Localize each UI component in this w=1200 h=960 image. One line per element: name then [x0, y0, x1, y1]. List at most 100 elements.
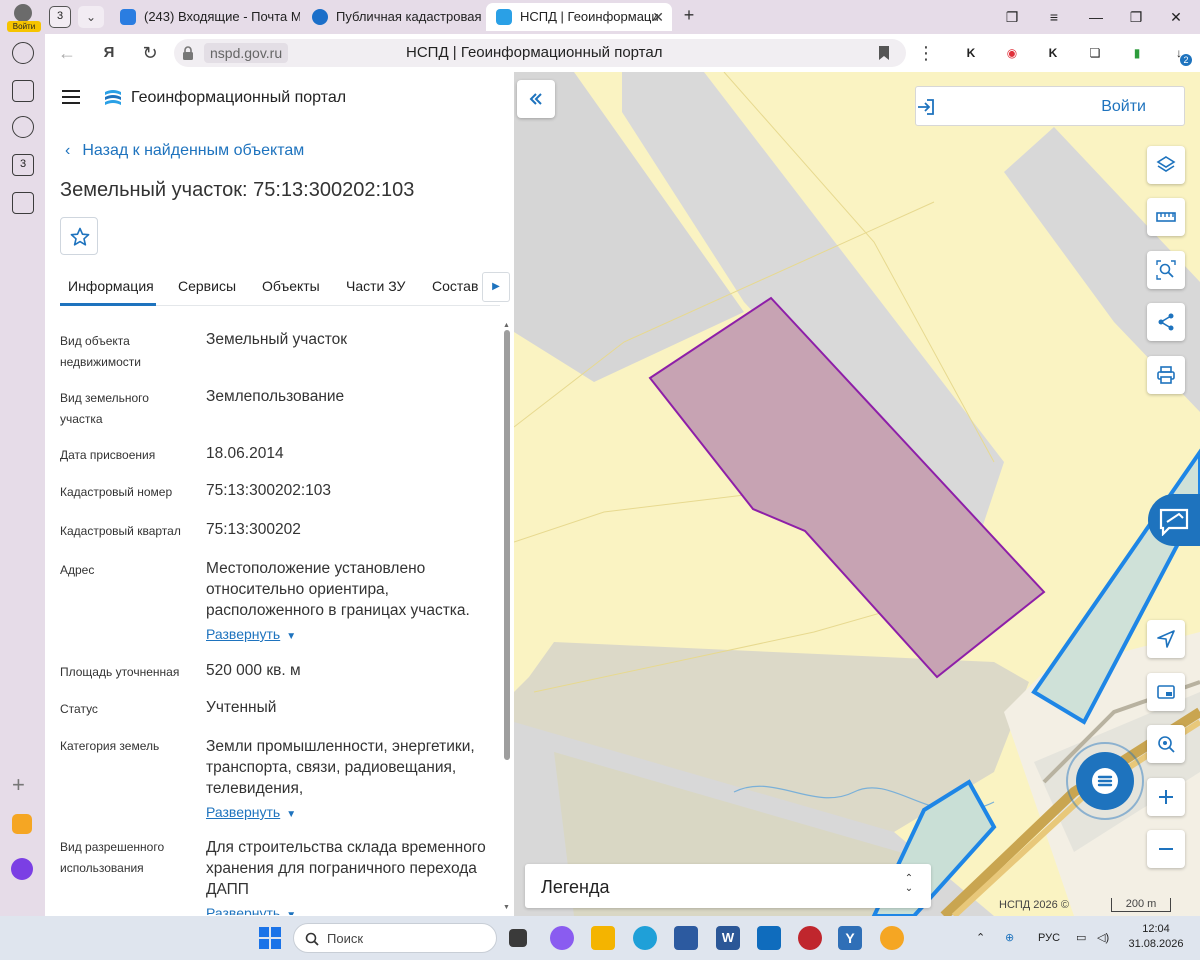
tabs-scroll-right-button[interactable]: ▶ [482, 272, 510, 302]
expand-usage-link[interactable]: Развернуть ▼ [206, 903, 490, 915]
panel-scrollbar[interactable]: ▲ ▼ [503, 322, 511, 914]
history-icon[interactable] [12, 42, 34, 64]
field-label: Вид земельного участка [60, 391, 149, 426]
tab-parcel-parts[interactable]: Части ЗУ [346, 276, 405, 296]
minimize-icon[interactable]: — [1084, 6, 1108, 28]
login-label: Войти [1101, 98, 1146, 115]
share-icon [1158, 313, 1174, 331]
close-icon[interactable]: ✕ [652, 3, 664, 31]
double-chevron-left-icon [529, 93, 542, 105]
privacy-extension-icon[interactable]: ◉ [1001, 42, 1023, 64]
minimap-button[interactable] [1147, 673, 1185, 711]
tray-overflow-icon[interactable]: ⌃ [976, 929, 985, 947]
web-page: Геоинформационный портал ‹ Назад к найден… [45, 72, 1200, 916]
screenshot-icon[interactable] [12, 192, 34, 214]
feedback-tab[interactable] [1148, 494, 1200, 546]
tab-objects[interactable]: Объекты [262, 276, 320, 296]
expand-category-link[interactable]: Развернуть ▼ [206, 802, 490, 825]
scroll-up-icon[interactable]: ▲ [503, 322, 510, 329]
address-bar[interactable]: nspd.gov.ru НСПД | Геоинформационный пор… [174, 39, 906, 67]
hamburger-menu-icon[interactable] [62, 90, 80, 104]
password-manager-icon[interactable]: ▮ [1126, 42, 1148, 64]
zoom-in-button[interactable] [1147, 778, 1185, 816]
tab-composition[interactable]: Состав [432, 276, 478, 296]
avatar-icon [14, 4, 32, 22]
yandex-browser-icon[interactable]: Y [838, 926, 862, 950]
expand-address-link[interactable]: Развернуть ▼ [206, 624, 490, 647]
area-search-button[interactable] [1147, 251, 1185, 289]
field-label: Дата присвоения [60, 448, 156, 462]
share-button[interactable] [1147, 303, 1185, 341]
measure-button[interactable] [1147, 198, 1185, 236]
kaspersky-protection-icon[interactable]: K [1042, 42, 1064, 64]
tab-title: НСПД | Геоинформаци [520, 9, 659, 24]
more-vertical-icon[interactable]: ⋮ [914, 41, 938, 65]
store-icon[interactable] [674, 926, 698, 950]
yandex-icon[interactable]: Я [97, 41, 121, 65]
tab-cadastral-map[interactable]: Публичная кадастровая к [302, 3, 482, 31]
legend-panel[interactable]: Легенда ⌃ ⌄ [525, 864, 931, 908]
scrollbar-thumb[interactable] [504, 330, 510, 760]
search-icon [305, 932, 319, 946]
scroll-down-icon[interactable]: ▼ [503, 904, 510, 911]
outlook-icon[interactable] [757, 926, 781, 950]
volume-icon[interactable]: ◁) [1097, 929, 1109, 947]
login-button[interactable]: Войти [915, 86, 1185, 126]
restore-icon[interactable]: ❐ [1124, 6, 1148, 28]
tab-services[interactable]: Сервисы [178, 276, 236, 296]
printer-icon [1157, 366, 1175, 384]
word-icon[interactable]: W [716, 926, 740, 950]
windows-start-icon[interactable] [259, 927, 281, 949]
pinned-app-icon[interactable] [880, 926, 904, 950]
task-view-icon[interactable] [509, 929, 527, 947]
reload-icon[interactable]: ↻ [138, 41, 162, 65]
extensions-icon[interactable]: ❏ [1084, 42, 1106, 64]
close-window-icon[interactable]: ✕ [1164, 6, 1188, 28]
layers-button[interactable] [1147, 146, 1185, 184]
portal-title: Геоинформационный портал [131, 89, 347, 106]
collections-icon[interactable]: ❐ [1000, 6, 1024, 28]
minimap-icon [1157, 685, 1175, 699]
back-arrow-icon[interactable]: ← [55, 41, 79, 65]
zoom-out-button[interactable] [1147, 830, 1185, 868]
windows-taskbar: Поиск W Y ⌃ ⊕ РУС ▭ ◁) 12:04 31.08.2026 [0, 916, 1200, 960]
mail-app-icon[interactable] [12, 814, 32, 834]
search-location-button[interactable] [1147, 725, 1185, 763]
file-explorer-icon[interactable] [591, 926, 615, 950]
edge-icon[interactable] [633, 926, 657, 950]
favorite-button[interactable] [60, 217, 98, 255]
network-icon[interactable]: ▭ [1076, 929, 1086, 947]
field-label: Статус [60, 702, 98, 716]
back-to-results-link[interactable]: ‹ Назад к найденным объектам [65, 140, 304, 162]
media-app-icon[interactable] [798, 926, 822, 950]
collapse-panel-button[interactable] [517, 80, 555, 118]
collections-icon[interactable] [12, 80, 34, 102]
copilot-icon[interactable] [550, 926, 574, 950]
menu-icon[interactable]: ≡ [1042, 6, 1066, 28]
tab-counter-icon[interactable]: 3 [12, 154, 34, 176]
clock[interactable]: 12:04 31.08.2026 [1124, 922, 1188, 952]
tab-nspd[interactable]: НСПД | Геоинформаци ✕ [486, 3, 672, 31]
expand-label: Развернуть [206, 905, 281, 915]
profile-button[interactable]: Войти [5, 2, 41, 32]
browser-tab-bar: Войти 3 ⌄ (243) Входящие - Почта М Публи… [0, 0, 1200, 34]
bookmark-icon[interactable] [878, 45, 890, 61]
language-indicator[interactable]: РУС [1038, 929, 1060, 947]
geolocation-button[interactable] [1147, 620, 1185, 658]
chevron-down-icon[interactable]: ⌄ [78, 6, 104, 28]
alice-assistant-icon[interactable] [11, 858, 33, 880]
new-tab-button[interactable]: + [678, 5, 700, 27]
kaspersky-icon[interactable]: K [960, 42, 982, 64]
map-view[interactable]: Войти Легенда ⌃ ⌄ НСПД 2026 © 200 m [514, 72, 1200, 916]
tab-mail[interactable]: (243) Входящие - Почта М [110, 3, 300, 31]
tab-information[interactable]: Информация [68, 276, 154, 296]
video-play-icon[interactable] [12, 116, 34, 138]
print-button[interactable] [1147, 356, 1185, 394]
chat-button[interactable] [1066, 742, 1144, 820]
taskbar-search[interactable]: Поиск [293, 923, 497, 953]
expand-label: Развернуть [206, 804, 281, 820]
add-panel-icon[interactable]: + [12, 774, 25, 796]
field-value: Учтенный [206, 699, 277, 716]
vpn-icon[interactable]: ⊕ [1005, 929, 1014, 947]
tab-count-badge[interactable]: 3 [49, 6, 71, 28]
